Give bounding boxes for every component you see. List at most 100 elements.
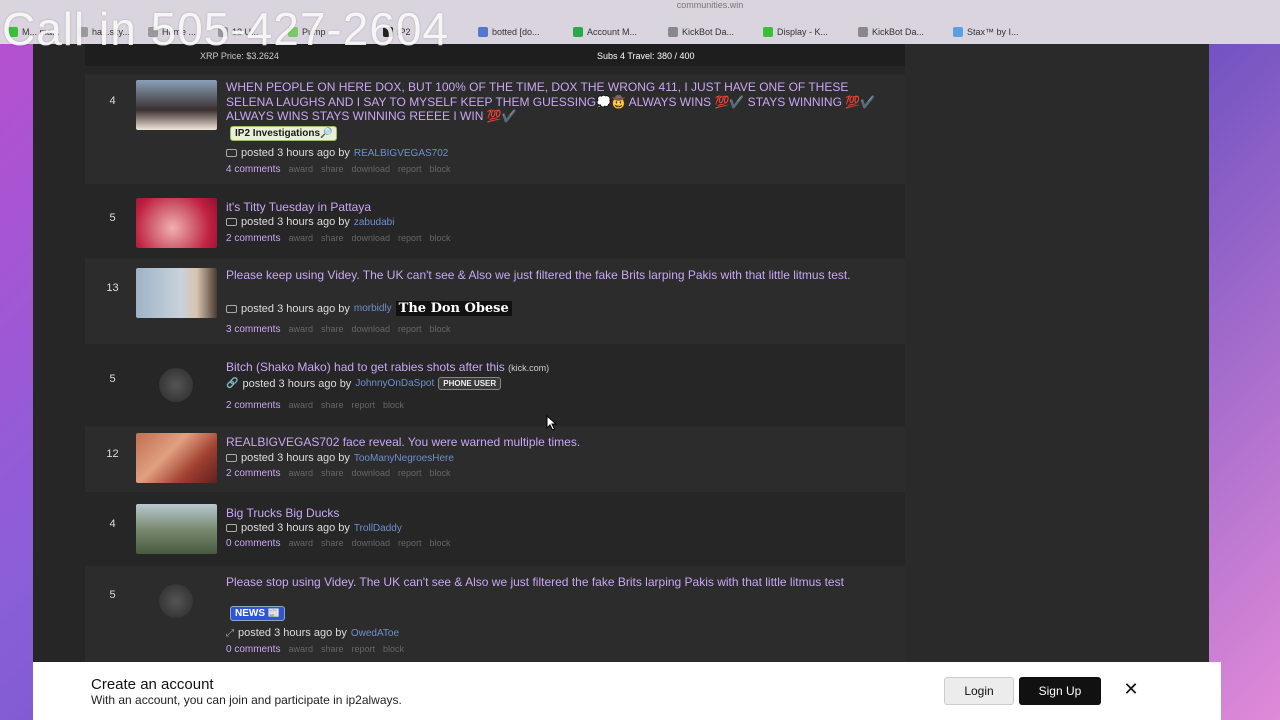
block-link[interactable]: block (430, 468, 451, 479)
post-title[interactable]: it's Titty Tuesday in Pattaya (226, 200, 896, 215)
comments-link[interactable]: 0 comments (226, 644, 280, 655)
share-link[interactable]: share (321, 324, 344, 335)
report-link[interactable]: report (398, 233, 422, 244)
post-author[interactable]: REALBIGVEGAS702 (354, 148, 449, 159)
block-link[interactable]: block (430, 538, 451, 549)
block-link[interactable]: block (430, 324, 451, 335)
post-title[interactable]: Please keep using Videy. The UK can't se… (226, 268, 896, 283)
browser-tab-label: KickBot Da... (682, 27, 735, 37)
share-link[interactable]: share (321, 164, 344, 175)
post-meta: posted 3 hours ago by REALBIGVEGAS702 (226, 147, 448, 159)
post-actions: 0 comments award share download report b… (226, 538, 451, 549)
post-row: 13 Please keep using Videy. The UK can't… (85, 258, 905, 344)
camera-icon (226, 524, 237, 532)
browser-tab[interactable]: Display - K... (755, 23, 850, 41)
share-link[interactable]: share (321, 644, 344, 655)
post-thumbnail[interactable] (136, 198, 217, 248)
browser-tab[interactable]: botted [do... (470, 23, 565, 41)
award-link[interactable]: award (288, 468, 313, 479)
block-link[interactable]: block (430, 233, 451, 244)
comments-link[interactable]: 2 comments (226, 468, 280, 479)
share-link[interactable]: share (321, 400, 344, 411)
signup-text: With an account, you can join and partic… (91, 693, 402, 707)
post-thumbnail[interactable] (136, 504, 217, 554)
award-link[interactable]: award (288, 233, 313, 244)
browser-tab-label: Account M... (587, 27, 638, 37)
post-actions: 3 comments award share download report b… (226, 324, 451, 335)
post-actions: 4 comments award share download report b… (226, 164, 451, 175)
posted-text: posted 3 hours ago by (241, 302, 350, 315)
share-link[interactable]: share (321, 233, 344, 244)
post-flair: IP2 Investigations🔎 (230, 126, 338, 141)
share-link[interactable]: share (321, 538, 344, 549)
post-thumbnail[interactable] (136, 433, 217, 483)
download-link[interactable]: download (352, 468, 391, 479)
report-link[interactable]: report (398, 324, 422, 335)
link-icon: 🔗 (226, 378, 239, 389)
post-title[interactable]: WHEN PEOPLE ON HERE DOX, BUT 100% OF THE… (226, 80, 896, 124)
block-link[interactable]: block (430, 164, 451, 175)
post-author[interactable]: TooManyNegroesHere (354, 453, 454, 464)
sign-up-button[interactable]: Sign Up (1019, 677, 1101, 705)
share-link[interactable]: share (321, 468, 344, 479)
report-link[interactable]: report (398, 468, 422, 479)
post-author[interactable]: TrollDaddy (354, 523, 402, 534)
report-link[interactable]: report (352, 644, 376, 655)
browser-tab[interactable]: Stax™ by I... (945, 23, 1040, 41)
stax-icon (953, 27, 963, 37)
block-link[interactable]: block (383, 644, 404, 655)
browser-tab-label: KickBot Da... (872, 27, 925, 37)
browser-tab[interactable]: KickBot Da... (660, 23, 755, 41)
post-title[interactable]: Big Trucks Big Ducks (226, 506, 896, 521)
camera-icon (226, 304, 237, 313)
block-link[interactable]: block (383, 400, 404, 411)
close-icon[interactable]: ✕ (1121, 679, 1141, 703)
post-thumbnail[interactable] (136, 80, 217, 130)
post-author[interactable]: zabudabi (354, 217, 395, 228)
k-icon (858, 27, 868, 37)
comments-link[interactable]: 0 comments (226, 538, 280, 549)
k-icon (668, 27, 678, 37)
download-link[interactable]: download (352, 538, 391, 549)
download-link[interactable]: download (352, 233, 391, 244)
post-author[interactable]: morbidly (354, 303, 392, 314)
browser-tab[interactable]: KickBot Da... (850, 23, 945, 41)
download-link[interactable]: download (352, 324, 391, 335)
post-title-text[interactable]: Bitch (Shako Mako) had to get rabies sho… (226, 360, 505, 374)
login-button[interactable]: Login (944, 677, 1014, 705)
download-link[interactable]: download (352, 164, 391, 175)
award-link[interactable]: award (288, 644, 313, 655)
post-title[interactable]: Please stop using Videy. The UK can't se… (226, 575, 896, 590)
award-link[interactable]: award (288, 538, 313, 549)
award-link[interactable]: award (288, 164, 313, 175)
post-thumbnail[interactable] (136, 268, 217, 318)
comments-link[interactable]: 3 comments (226, 324, 280, 335)
comments-link[interactable]: 4 comments (226, 164, 280, 175)
post-row: 12 REALBIGVEGAS702 face reveal. You were… (85, 426, 905, 492)
mouse-cursor-icon (546, 414, 558, 436)
avatar[interactable] (159, 368, 193, 402)
post-author[interactable]: OwedAToe (351, 628, 399, 639)
award-link[interactable]: award (288, 324, 313, 335)
browser-tab[interactable]: Account M... (565, 23, 660, 41)
post-author[interactable]: JohnnyOnDaSpot (355, 378, 434, 389)
post-row: 5 it's Titty Tuesday in Pattaya posted 3… (85, 190, 905, 252)
post-domain[interactable]: (kick.com) (508, 363, 549, 373)
camera-icon (226, 218, 237, 226)
report-link[interactable]: report (398, 164, 422, 175)
post-row: 5 Please stop using Videy. The UK can't … (85, 566, 905, 662)
avatar[interactable] (159, 584, 193, 618)
report-link[interactable]: report (352, 400, 376, 411)
browser-tab-label: Display - K... (777, 27, 829, 37)
report-link[interactable]: report (398, 538, 422, 549)
comments-link[interactable]: 2 comments (226, 233, 280, 244)
post-score: 4 (109, 518, 116, 530)
address-bar[interactable]: communities.win (560, 0, 860, 10)
post-row: 4 WHEN PEOPLE ON HERE DOX, BUT 100% OF T… (85, 74, 905, 184)
post-title[interactable]: REALBIGVEGAS702 face reveal. You were wa… (226, 435, 896, 450)
browser-tab-label: botted [do... (492, 27, 540, 37)
post-title[interactable]: Bitch (Shako Mako) had to get rabies sho… (226, 360, 896, 376)
comments-link[interactable]: 2 comments (226, 400, 280, 411)
camera-icon (226, 149, 237, 157)
award-link[interactable]: award (288, 400, 313, 411)
